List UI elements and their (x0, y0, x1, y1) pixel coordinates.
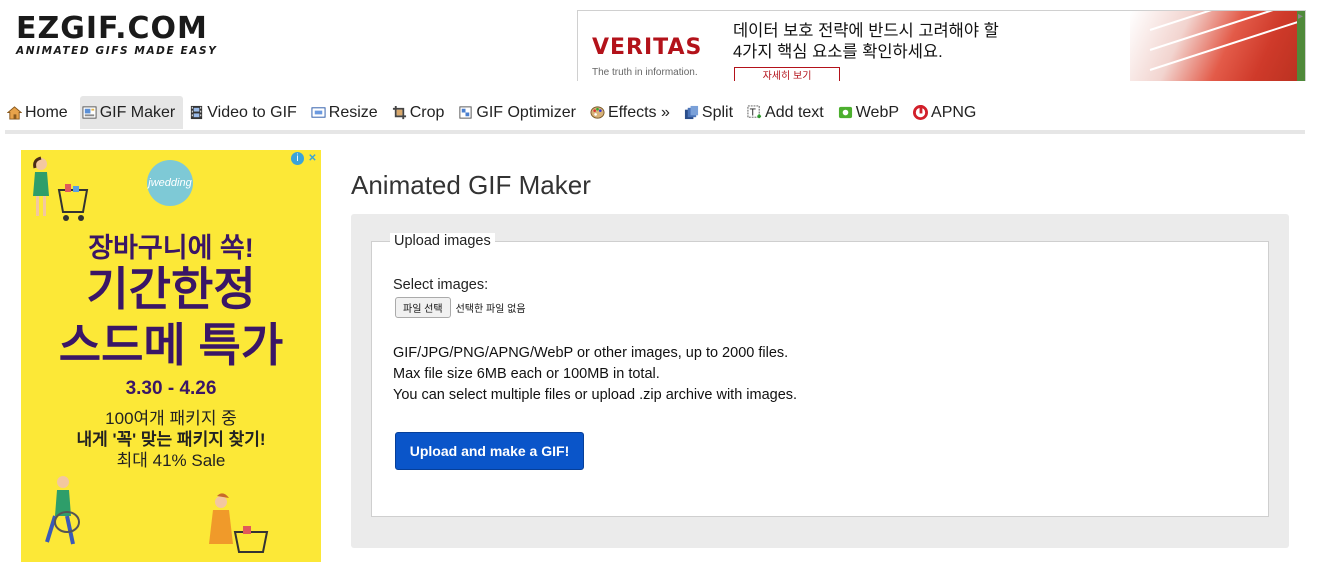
ad-date-range: 3.30 - 4.26 (125, 378, 217, 399)
info-size-limit: Max file size 6MB each or 100MB in total… (393, 366, 660, 382)
choose-file-button[interactable]: 파일 선택 (395, 297, 451, 318)
nav-apng[interactable]: APNG (911, 96, 984, 129)
film-icon (191, 105, 203, 120)
nav-gif-optimizer[interactable]: GIF Optimizer (456, 96, 584, 129)
nav-gif-maker[interactable]: GIF Maker (79, 96, 184, 129)
nav-add-text[interactable]: T Add text (745, 96, 832, 129)
apng-icon (913, 105, 929, 120)
nav-resize[interactable]: Resize (309, 96, 386, 129)
main-nav: Home GIF Maker Video to GIF Resize Crop … (5, 96, 1305, 134)
ad-close-icon[interactable]: ▸ (1298, 11, 1303, 22)
upload-button[interactable]: Upload and make a GIF! (395, 432, 584, 470)
webp-icon (838, 106, 852, 119)
resize-icon (311, 107, 326, 118)
nav-label: GIF Maker (99, 103, 176, 121)
gif-maker-icon (82, 106, 97, 119)
ad-copy: 데이터 보호 전략에 반드시 고려해야 할 4가지 핵심 요소를 확인하세요. (733, 21, 999, 63)
woman-with-cart-illustration (209, 493, 269, 553)
info-formats: GIF/JPG/PNG/APNG/WebP or other images, u… (393, 345, 789, 361)
optimizer-icon (459, 106, 472, 119)
upload-fieldset: Upload images Select images: 파일 선택 선택한 파… (371, 233, 1269, 517)
nav-video-to-gif[interactable]: Video to GIF (187, 96, 305, 129)
ad-info-icon[interactable]: i (291, 152, 304, 165)
ad-close-icon[interactable]: ✕ (306, 152, 319, 165)
nav-home[interactable]: Home (5, 96, 76, 129)
logo-tagline: ANIMATED GIFS MADE EASY (16, 45, 218, 57)
no-file-selected-text: 선택한 파일 없음 (455, 304, 526, 315)
info-multiple-files: You can select multiple files or upload … (393, 387, 798, 403)
ad-headline-2: 기간한정 (86, 263, 256, 315)
upload-info: GIF/JPG/PNG/APNG/WebP or other images, u… (393, 343, 797, 406)
shopper-illustration (33, 156, 89, 221)
page-title: Animated GIF Maker (351, 170, 591, 200)
nav-label: GIF Optimizer (476, 103, 576, 121)
svg-text:T: T (749, 107, 756, 118)
nav-label: Split (701, 103, 734, 121)
ad-headline-1: 장바구니에 쏙! (88, 233, 254, 263)
nav-webp[interactable]: WebP (836, 96, 907, 129)
ad-copy-line2: 4가지 핵심 요소를 확인하세요. (733, 43, 943, 61)
side-banner-ad[interactable]: i ✕ jwedding 장바구니에 쏙! 기간한정 스드메 특가 3.30 -… (21, 150, 321, 562)
ad-copy-line1: 데이터 보호 전략에 반드시 고려해야 할 (733, 22, 999, 40)
nav-label: Home (25, 103, 68, 121)
ad-copy-3: 최대 41% Sale (116, 451, 226, 470)
ad-headline-3: 스드메 특가 (58, 319, 284, 371)
split-icon (684, 105, 698, 120)
add-text-icon: T (747, 105, 762, 118)
nav-label: APNG (931, 103, 977, 121)
logo-wordmark: EZGIF.COM (16, 11, 208, 46)
crop-icon (392, 105, 406, 120)
home-icon (7, 106, 22, 120)
nav-crop[interactable]: Crop (390, 96, 453, 129)
fieldset-legend: Upload images (390, 233, 495, 249)
shopper-with-basket-illustration (45, 476, 80, 545)
nav-label: Resize (328, 103, 378, 121)
nav-label: Effects » (607, 103, 670, 121)
upload-panel: Upload images Select images: 파일 선택 선택한 파… (351, 214, 1289, 548)
ad-learn-more-button[interactable]: 자세히 보기 (734, 67, 840, 81)
ad-logo: jwedding (147, 160, 193, 206)
ad-running-track-image (1130, 11, 1305, 81)
ad-brand-tagline: The truth in information. (592, 67, 698, 78)
palette-icon (590, 106, 605, 119)
site-logo[interactable]: EZGIF.COM ANIMATED GIFS MADE EASY (16, 11, 248, 58)
top-banner-ad[interactable]: VERITAS The truth in information. 데이터 보호… (577, 10, 1306, 81)
nav-label: Video to GIF (207, 103, 297, 121)
nav-label: WebP (855, 103, 900, 121)
nav-effects[interactable]: Effects » (588, 96, 678, 129)
file-input[interactable]: 파일 선택 선택한 파일 없음 (395, 297, 526, 318)
select-images-label: Select images: (393, 277, 489, 293)
nav-split[interactable]: Split (682, 96, 741, 129)
ad-brand: VERITAS (592, 35, 703, 60)
nav-label: Add text (765, 103, 824, 121)
nav-label: Crop (409, 103, 445, 121)
